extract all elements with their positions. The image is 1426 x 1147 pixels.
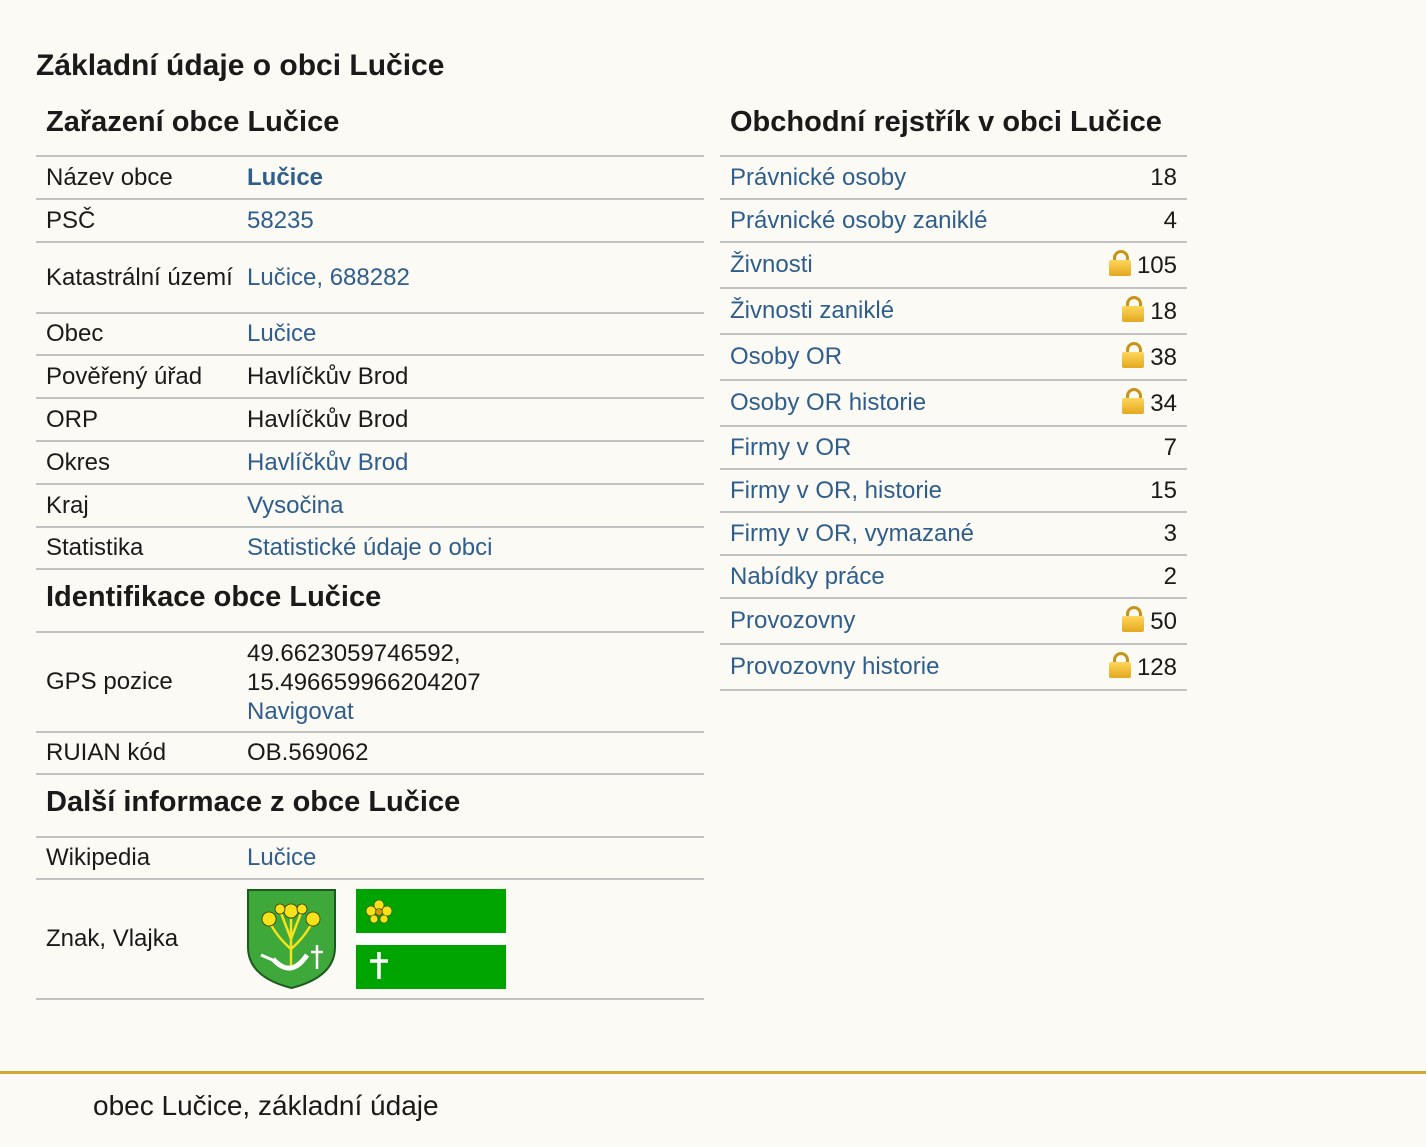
table-row: RUIAN kód OB.569062 (36, 732, 704, 774)
count-value: 7 (1163, 433, 1177, 461)
table-row: Pověřený úřad Havlíčkův Brod (36, 355, 704, 398)
table-row: Osoby OR 38 (720, 334, 1187, 380)
footer: obec Lučice, základní údaje (0, 1071, 1426, 1147)
okres-link[interactable]: Havlíčkův Brod (247, 449, 408, 476)
left-column: Zařazení obce Lučice Název obce Lučice P… (36, 100, 704, 1000)
count-value: 18 (1150, 163, 1177, 191)
table-row: ORP Havlíčkův Brod (36, 398, 704, 441)
row-label: GPS pozice (46, 668, 173, 695)
table-row: Nabídky práce 2 (720, 555, 1187, 598)
row-label: ORP (46, 405, 99, 433)
row-label: Obec (46, 320, 104, 347)
rejstrik-link-firmy-v-or-vymazane[interactable]: Firmy v OR, vymazané (730, 520, 974, 547)
navigate-link[interactable]: Navigovat (247, 698, 354, 725)
count-value: 50 (1150, 608, 1177, 635)
rejstrik-table: Právnické osoby 18 Právnické osoby zanik… (720, 155, 1187, 691)
count-value: 3 (1163, 519, 1177, 547)
rejstrik-link-osoby-or[interactable]: Osoby OR (730, 343, 842, 370)
count-value: 18 (1150, 298, 1177, 325)
rejstrik-link-firmy-v-or[interactable]: Firmy v OR (730, 434, 851, 461)
count-value: 2 (1163, 562, 1177, 590)
dalsi-table: Wikipedia Lučice Znak, Vlajka (36, 836, 704, 1000)
row-label: Statistika (46, 534, 144, 561)
count-value: 4 (1163, 206, 1177, 234)
table-row: Právnické osoby 18 (720, 156, 1187, 199)
ruian-value: OB.569062 (247, 739, 369, 766)
katastr-link[interactable]: Lučice, 688282 (247, 264, 410, 291)
table-row: Kraj Vysočina (36, 484, 704, 527)
lock-icon (1122, 606, 1145, 632)
rejstrik-link-zivnosti[interactable]: Živnosti (730, 251, 813, 278)
table-row: Živnosti 105 (720, 242, 1187, 288)
identifikace-table: GPS pozice 49.6623059746592, 15.49665996… (36, 631, 704, 775)
kraj-link[interactable]: Vysočina (247, 492, 344, 519)
table-row: Okres Havlíčkův Brod (36, 441, 704, 484)
table-row: Wikipedia Lučice (36, 837, 704, 879)
table-row: Statistika Statistické údaje o obci (36, 527, 704, 569)
rejstrik-link-pravnicke-osoby-zanikle[interactable]: Právnické osoby zaniklé (730, 207, 987, 234)
rejstrik-link-nabidky-prace[interactable]: Nabídky práce (730, 563, 885, 590)
row-label: Katastrální území (46, 263, 233, 291)
table-row: Obec Lučice (36, 313, 704, 355)
rejstrik-link-pravnicke-osoby[interactable]: Právnické osoby (730, 164, 906, 191)
lock-icon (1108, 250, 1131, 276)
table-row: Osoby OR historie 34 (720, 380, 1187, 426)
count-value: 38 (1150, 344, 1177, 371)
rejstrik-link-firmy-v-or-historie[interactable]: Firmy v OR, historie (730, 477, 942, 504)
orp-value: Havlíčkův Brod (247, 405, 409, 433)
row-label: RUIAN kód (46, 739, 167, 766)
lock-icon (1122, 388, 1145, 414)
zarazeni-table: Název obce Lučice PSČ 58235 Katastrální … (36, 155, 704, 570)
right-column: Obchodní rejstřík v obci Lučice Právnick… (720, 100, 1187, 691)
table-row: GPS pozice 49.6623059746592, 15.49665996… (36, 632, 704, 732)
table-row: Název obce Lučice (36, 156, 704, 199)
count-value: 15 (1150, 476, 1177, 504)
table-row: Firmy v OR, vymazané 3 (720, 512, 1187, 555)
coat-of-arms-image[interactable] (247, 889, 336, 989)
section-title-dalsi: Další informace z obce Lučice (46, 786, 461, 818)
rejstrik-link-provozovny[interactable]: Provozovny (730, 607, 855, 634)
table-row: PSČ 58235 (36, 199, 704, 242)
row-label: Wikipedia (46, 844, 151, 871)
rejstrik-link-zivnosti-zanikle[interactable]: Živnosti zaniklé (730, 297, 894, 324)
section-title-identifikace: Identifikace obce Lučice (46, 581, 382, 613)
table-row: Právnické osoby zaniklé 4 (720, 199, 1187, 242)
poverene-value: Havlíčkův Brod (247, 362, 409, 390)
table-row: Firmy v OR 7 (720, 426, 1187, 469)
gps-latitude: 49.6623059746592, (247, 639, 461, 667)
footer-text: obec Lučice, základní údaje (93, 1090, 439, 1121)
count-value: 34 (1150, 390, 1177, 417)
section-title-zarazeni: Zařazení obce Lučice (46, 106, 340, 138)
section-title-rejstrik: Obchodní rejstřík v obci Lučice (730, 106, 1162, 138)
count-value: 128 (1136, 654, 1177, 681)
lock-icon (1122, 296, 1145, 322)
row-label: Okres (46, 448, 111, 476)
table-row: Provozovny historie 128 (720, 644, 1187, 690)
obec-name-link[interactable]: Lučice (247, 164, 323, 191)
row-label: Název obce (46, 163, 173, 191)
row-label: Znak, Vlajka (46, 925, 179, 952)
table-row: Provozovny 50 (720, 598, 1187, 644)
obec-link[interactable]: Lučice (247, 320, 316, 347)
lock-icon (1122, 342, 1145, 368)
row-label: PSČ (46, 206, 96, 234)
psc-link[interactable]: 58235 (247, 207, 314, 234)
wikipedia-link[interactable]: Lučice (247, 844, 316, 871)
rejstrik-link-provozovny-historie[interactable]: Provozovny historie (730, 653, 939, 680)
row-label: Kraj (46, 491, 89, 519)
table-row: Katastrální území Lučice, 688282 (36, 242, 704, 313)
gps-longitude: 15.496659966204207 (247, 668, 481, 696)
table-row: Firmy v OR, historie 15 (720, 469, 1187, 512)
statistika-link[interactable]: Statistické údaje o obci (247, 534, 492, 561)
lock-icon (1108, 652, 1131, 678)
table-row: Znak, Vlajka (36, 879, 704, 999)
page-title: Základní údaje o obci Lučice (36, 49, 445, 82)
rejstrik-link-osoby-or-historie[interactable]: Osoby OR historie (730, 389, 926, 416)
flag-image[interactable] (356, 889, 506, 989)
count-value: 105 (1136, 252, 1177, 279)
row-label: Pověřený úřad (46, 362, 203, 390)
table-row: Živnosti zaniklé 18 (720, 288, 1187, 334)
